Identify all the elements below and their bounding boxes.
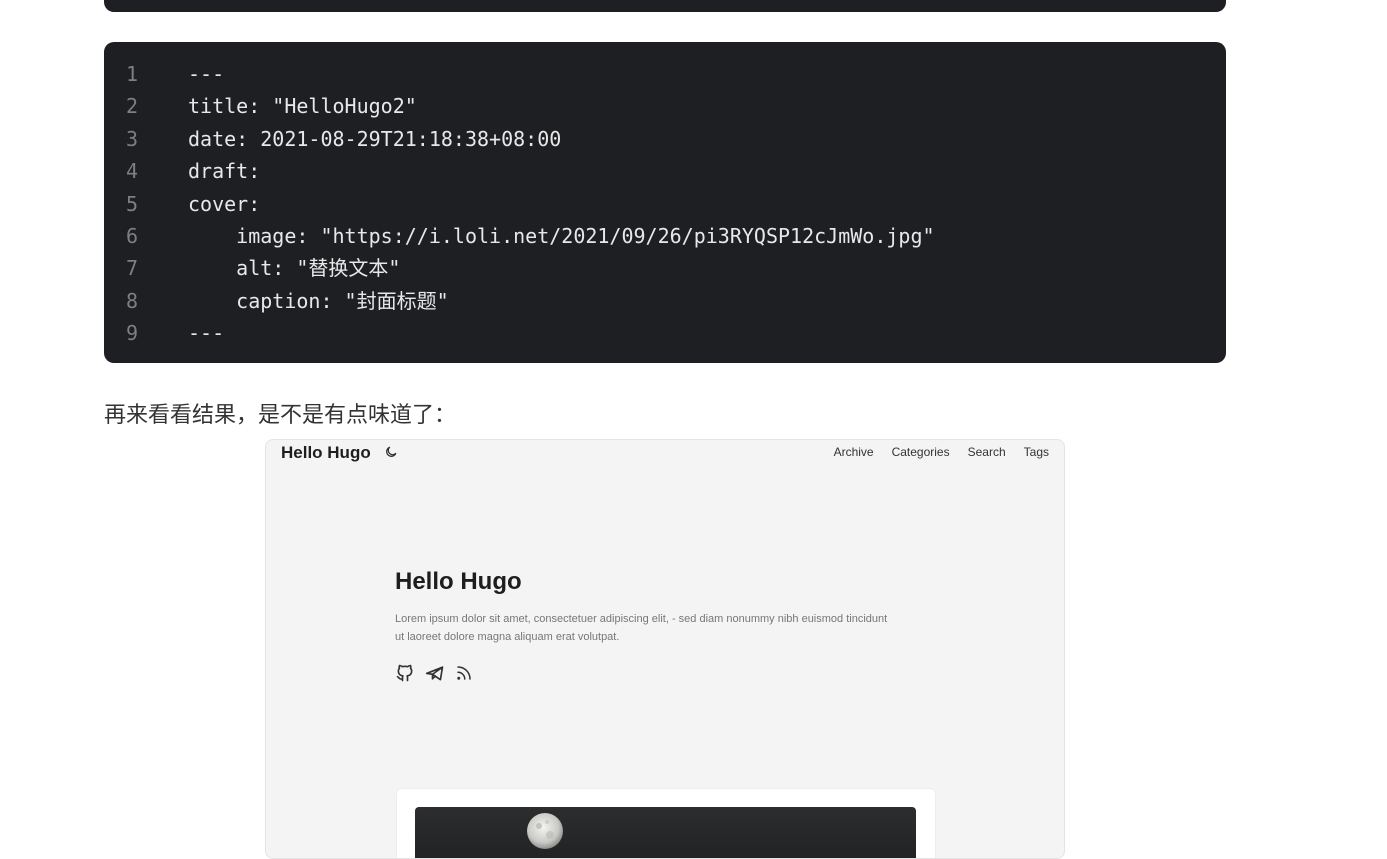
social-icons	[395, 663, 473, 687]
code-text: image: "https://i.loli.net/2021/09/26/pi…	[188, 223, 935, 248]
code-text: ---	[188, 321, 225, 346]
line-number: 6	[126, 223, 139, 248]
code-text: draft:	[188, 159, 261, 184]
line-number: 2	[126, 94, 139, 119]
hero-title: Hello Hugo	[395, 568, 522, 595]
code-line: 7 alt: "替换文本"	[104, 254, 1226, 286]
github-icon	[395, 663, 415, 687]
line-number: 3	[126, 126, 139, 151]
embedded-screenshot: Hello Hugo Archive Categories Search Tag…	[265, 439, 1065, 859]
code-line: 8 caption: "封面标题"	[104, 287, 1226, 319]
paragraph-text: 再来看看结果，是不是有点味道了：	[104, 403, 457, 428]
nav-search: Search	[967, 445, 1006, 459]
code-text: caption: "封面标题"	[188, 288, 449, 313]
line-number: 8	[126, 288, 139, 313]
line-number: 1	[126, 62, 139, 86]
code-line: 2 title: "HelloHugo2"	[104, 92, 1226, 124]
code-line: 5 cover:	[104, 190, 1226, 222]
code-block: 1 --- 2 title: "HelloHugo2" 3 date: 2021-08…	[104, 42, 1226, 363]
rss-icon	[455, 664, 473, 686]
site-nav: Archive Categories Search Tags	[834, 445, 1049, 459]
code-text: cover:	[188, 191, 261, 216]
code-line: 3 date: 2021-08-29T21:18:38+08:00	[104, 125, 1226, 157]
nav-archive: Archive	[833, 445, 874, 459]
moon-icon	[384, 444, 398, 463]
line-number: 7	[126, 256, 139, 281]
code-text: title: "HelloHugo2"	[188, 94, 417, 119]
code-text: ---	[188, 62, 225, 86]
code-text: alt: "替换文本"	[188, 256, 401, 281]
code-line: 1 ---	[104, 60, 1226, 92]
line-number: 5	[126, 191, 139, 216]
hero-description: Lorem ipsum dolor sit amet, consectetuer…	[395, 613, 888, 643]
cover-image	[415, 807, 916, 858]
code-line: 9 ---	[104, 319, 1226, 351]
post-card	[396, 788, 936, 858]
telegram-icon	[425, 663, 445, 687]
code-line: 4 draft:	[104, 157, 1226, 189]
line-number: 4	[126, 159, 139, 184]
code-text: date: 2021-08-29T21:18:38+08:00	[188, 126, 562, 151]
moon-image	[527, 813, 563, 849]
nav-tags: Tags	[1023, 445, 1049, 459]
site-logo: Hello Hugo	[281, 443, 371, 462]
line-number: 9	[126, 321, 139, 346]
previous-code-block	[104, 0, 1226, 12]
code-line: 6 image: "https://i.loli.net/2021/09/26/…	[104, 222, 1226, 254]
nav-categories: Categories	[891, 445, 950, 459]
